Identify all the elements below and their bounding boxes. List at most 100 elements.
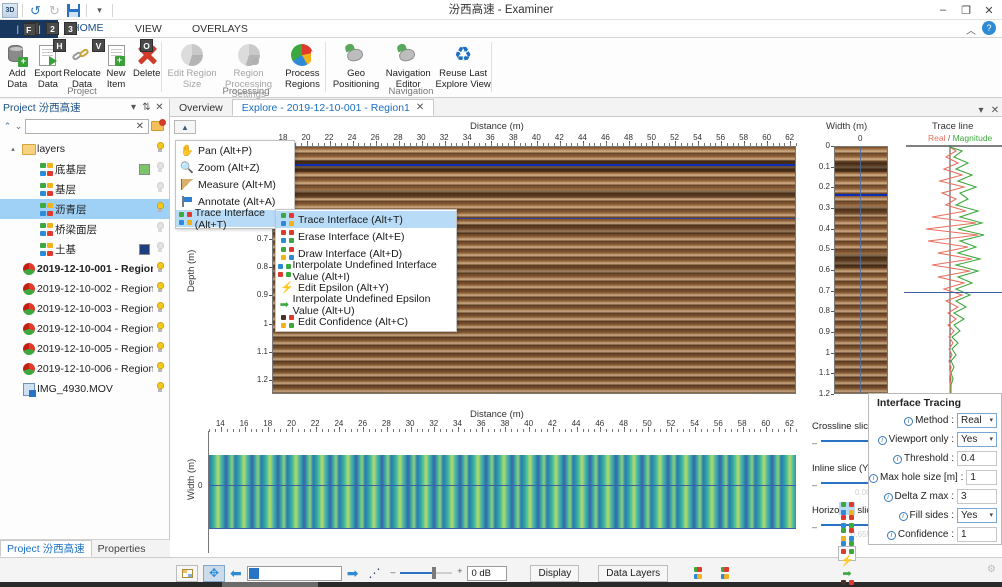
info-icon[interactable]: i xyxy=(904,417,913,426)
menu-item-pan-hand[interactable]: ✋Pan (Alt+P) xyxy=(176,142,294,159)
tree-item[interactable]: 2019-12-10-006 - Region1 xyxy=(0,359,170,379)
display-button[interactable]: Display xyxy=(530,565,579,582)
tree-item[interactable]: 2019-12-10-004 - Region1 xyxy=(0,319,170,339)
edit-region-size-button[interactable]: Edit Region Size xyxy=(166,40,218,90)
expand-all-icon[interactable]: ⌃ xyxy=(3,121,12,132)
scroll-prev-icon[interactable]: ⬅ xyxy=(230,565,242,582)
submenu-item-interpolate-interface[interactable]: Interpolate Undefined Interface Value (A… xyxy=(276,262,456,279)
collapse-all-icon[interactable]: ⌄ xyxy=(14,121,23,132)
visibility-bulb-icon[interactable] xyxy=(153,302,167,317)
trace-line-plot[interactable] xyxy=(906,145,1002,397)
save-icon[interactable] xyxy=(65,2,82,19)
tree-item[interactable]: 基层 xyxy=(0,179,170,199)
document-close-icon[interactable]: ✕ xyxy=(988,105,1002,116)
tree-item[interactable]: 2019-12-10-003 - Region1 xyxy=(0,299,170,319)
visibility-bulb-icon[interactable] xyxy=(153,362,167,377)
slice-decrease-icon[interactable]: – xyxy=(812,522,817,532)
minimize-button[interactable]: – xyxy=(932,1,954,19)
visibility-bulb-icon[interactable] xyxy=(153,342,167,357)
gain-slider[interactable]: – + xyxy=(390,566,462,580)
draw-interface-icon[interactable] xyxy=(839,528,855,541)
ribbon-collapse-button[interactable]: ︿ xyxy=(966,22,976,37)
panel-pin-icon[interactable]: ⇅ xyxy=(140,102,153,113)
panel-tab-properties[interactable]: Properties xyxy=(92,540,152,557)
trace-interface-icon[interactable] xyxy=(839,502,855,515)
customize-quick-access-icon[interactable]: ▾ xyxy=(91,2,108,19)
app-logo-icon[interactable]: 3D xyxy=(2,3,18,18)
visibility-bulb-icon[interactable] xyxy=(153,262,167,277)
tree-item[interactable]: 2019-12-10-002 - Region1 xyxy=(0,279,170,299)
info-icon[interactable]: i xyxy=(878,436,887,445)
tab-view[interactable]: VIEW xyxy=(125,20,172,38)
menu-item-zoom-magnifier[interactable]: 🔍Zoom (Alt+Z) xyxy=(176,159,294,176)
edit-epsilon-icon[interactable]: ⚡ xyxy=(839,554,855,567)
visibility-bulb-icon[interactable] xyxy=(153,322,167,337)
tree-item[interactable]: 2019-12-10-005 - Region1 xyxy=(0,339,170,359)
chevron-down-icon[interactable]: ▾ xyxy=(989,435,993,443)
visibility-bulb-icon[interactable] xyxy=(153,142,167,157)
trace-interface-icon[interactable] xyxy=(687,565,709,582)
field-select[interactable]: Real▾ xyxy=(957,413,997,428)
undo-icon[interactable]: ↺ xyxy=(27,2,44,19)
interpolate-epsilon-icon[interactable]: ➡ xyxy=(839,567,855,580)
draw-interface-icon[interactable] xyxy=(714,565,736,582)
curve-icon[interactable]: ⋰ xyxy=(363,565,385,582)
tree-item[interactable]: ▴layers xyxy=(0,139,170,159)
submenu-item-trace-interface[interactable]: Trace Interface (Alt+T) xyxy=(276,211,456,228)
tree-expander[interactable]: ▴ xyxy=(6,145,20,153)
width-cross-section-image[interactable] xyxy=(834,146,888,394)
redo-icon[interactable]: ↻ xyxy=(46,2,63,19)
scroll-position-bar[interactable] xyxy=(247,566,342,581)
tree-item[interactable]: 沥青层 xyxy=(0,199,170,219)
tree-item[interactable]: 土基 xyxy=(0,239,170,259)
layout-icon[interactable] xyxy=(176,565,198,582)
new-folder-icon[interactable] xyxy=(151,119,166,133)
chevron-down-icon[interactable]: ▾ xyxy=(989,416,993,424)
tab-overlays[interactable]: OVERLAYS xyxy=(182,20,258,38)
field-select[interactable]: Yes▾ xyxy=(957,432,997,447)
interpolate-interface-icon[interactable] xyxy=(839,541,855,554)
width-crossline-cursor[interactable] xyxy=(860,146,861,394)
info-icon[interactable]: i xyxy=(869,474,878,483)
slice-decrease-icon[interactable]: – xyxy=(812,438,817,448)
process-regions-button[interactable]: Process Regions xyxy=(279,40,326,90)
visibility-bulb-icon[interactable] xyxy=(153,382,167,397)
tab-close-icon[interactable]: ✕ xyxy=(416,102,424,113)
gain-value-field[interactable]: 0 dB xyxy=(467,566,507,581)
field-input[interactable]: 3 xyxy=(957,489,997,504)
info-icon[interactable]: i xyxy=(887,531,896,540)
panel-tab-project[interactable]: Project 汾西高速 xyxy=(0,540,92,557)
search-clear-icon[interactable]: ✕ xyxy=(134,121,146,132)
field-select[interactable]: Yes▾ xyxy=(957,508,997,523)
menu-item-measure-ruler[interactable]: Measure (Alt+M) xyxy=(176,176,294,193)
project-search-input[interactable]: ✕ xyxy=(25,119,149,134)
document-tabs-dropdown-icon[interactable]: ▾ xyxy=(974,105,988,116)
cscan-plan-image[interactable] xyxy=(209,455,796,529)
width-traced-interface[interactable] xyxy=(834,194,888,196)
chevron-down-icon[interactable]: ▾ xyxy=(989,511,993,519)
add-data-button[interactable]: + Add Data xyxy=(2,40,33,90)
cscan-inline-cursor[interactable] xyxy=(209,485,796,486)
info-icon[interactable]: i xyxy=(893,455,902,464)
submenu-item-erase-interface[interactable]: Erase Interface (Alt+E) xyxy=(276,228,456,245)
info-icon[interactable]: i xyxy=(884,493,893,502)
tab-overview[interactable]: Overview xyxy=(170,99,232,116)
help-button[interactable]: ? xyxy=(982,21,996,35)
submenu-item-interpolate-epsilon[interactable]: ➡Interpolate Undefined Epsilon Value (Al… xyxy=(276,296,456,313)
close-button[interactable]: ✕ xyxy=(978,1,1000,19)
field-input[interactable]: 1 xyxy=(957,527,997,542)
navigation-editor-button[interactable]: Navigation Editor xyxy=(382,40,434,90)
visibility-bulb-icon[interactable] xyxy=(153,242,167,257)
panel-close-icon[interactable]: ✕ xyxy=(153,102,166,113)
visibility-bulb-icon[interactable] xyxy=(153,222,167,237)
erase-interface-icon[interactable] xyxy=(839,515,855,528)
maximize-button[interactable]: ❐ xyxy=(955,1,977,19)
data-layers-button[interactable]: Data Layers xyxy=(598,565,668,582)
toolbar-collapse-button[interactable]: ▲ xyxy=(174,120,196,134)
navigate-icon[interactable]: ✥ xyxy=(203,565,225,582)
edit-confidence-icon[interactable] xyxy=(839,580,855,587)
tree-item[interactable]: 2019-12-10-001 - Region1 xyxy=(0,259,170,279)
tree-item[interactable]: IMG_4930.MOV xyxy=(0,379,170,399)
visibility-bulb-icon[interactable] xyxy=(153,202,167,217)
project-search-field[interactable] xyxy=(28,120,134,133)
